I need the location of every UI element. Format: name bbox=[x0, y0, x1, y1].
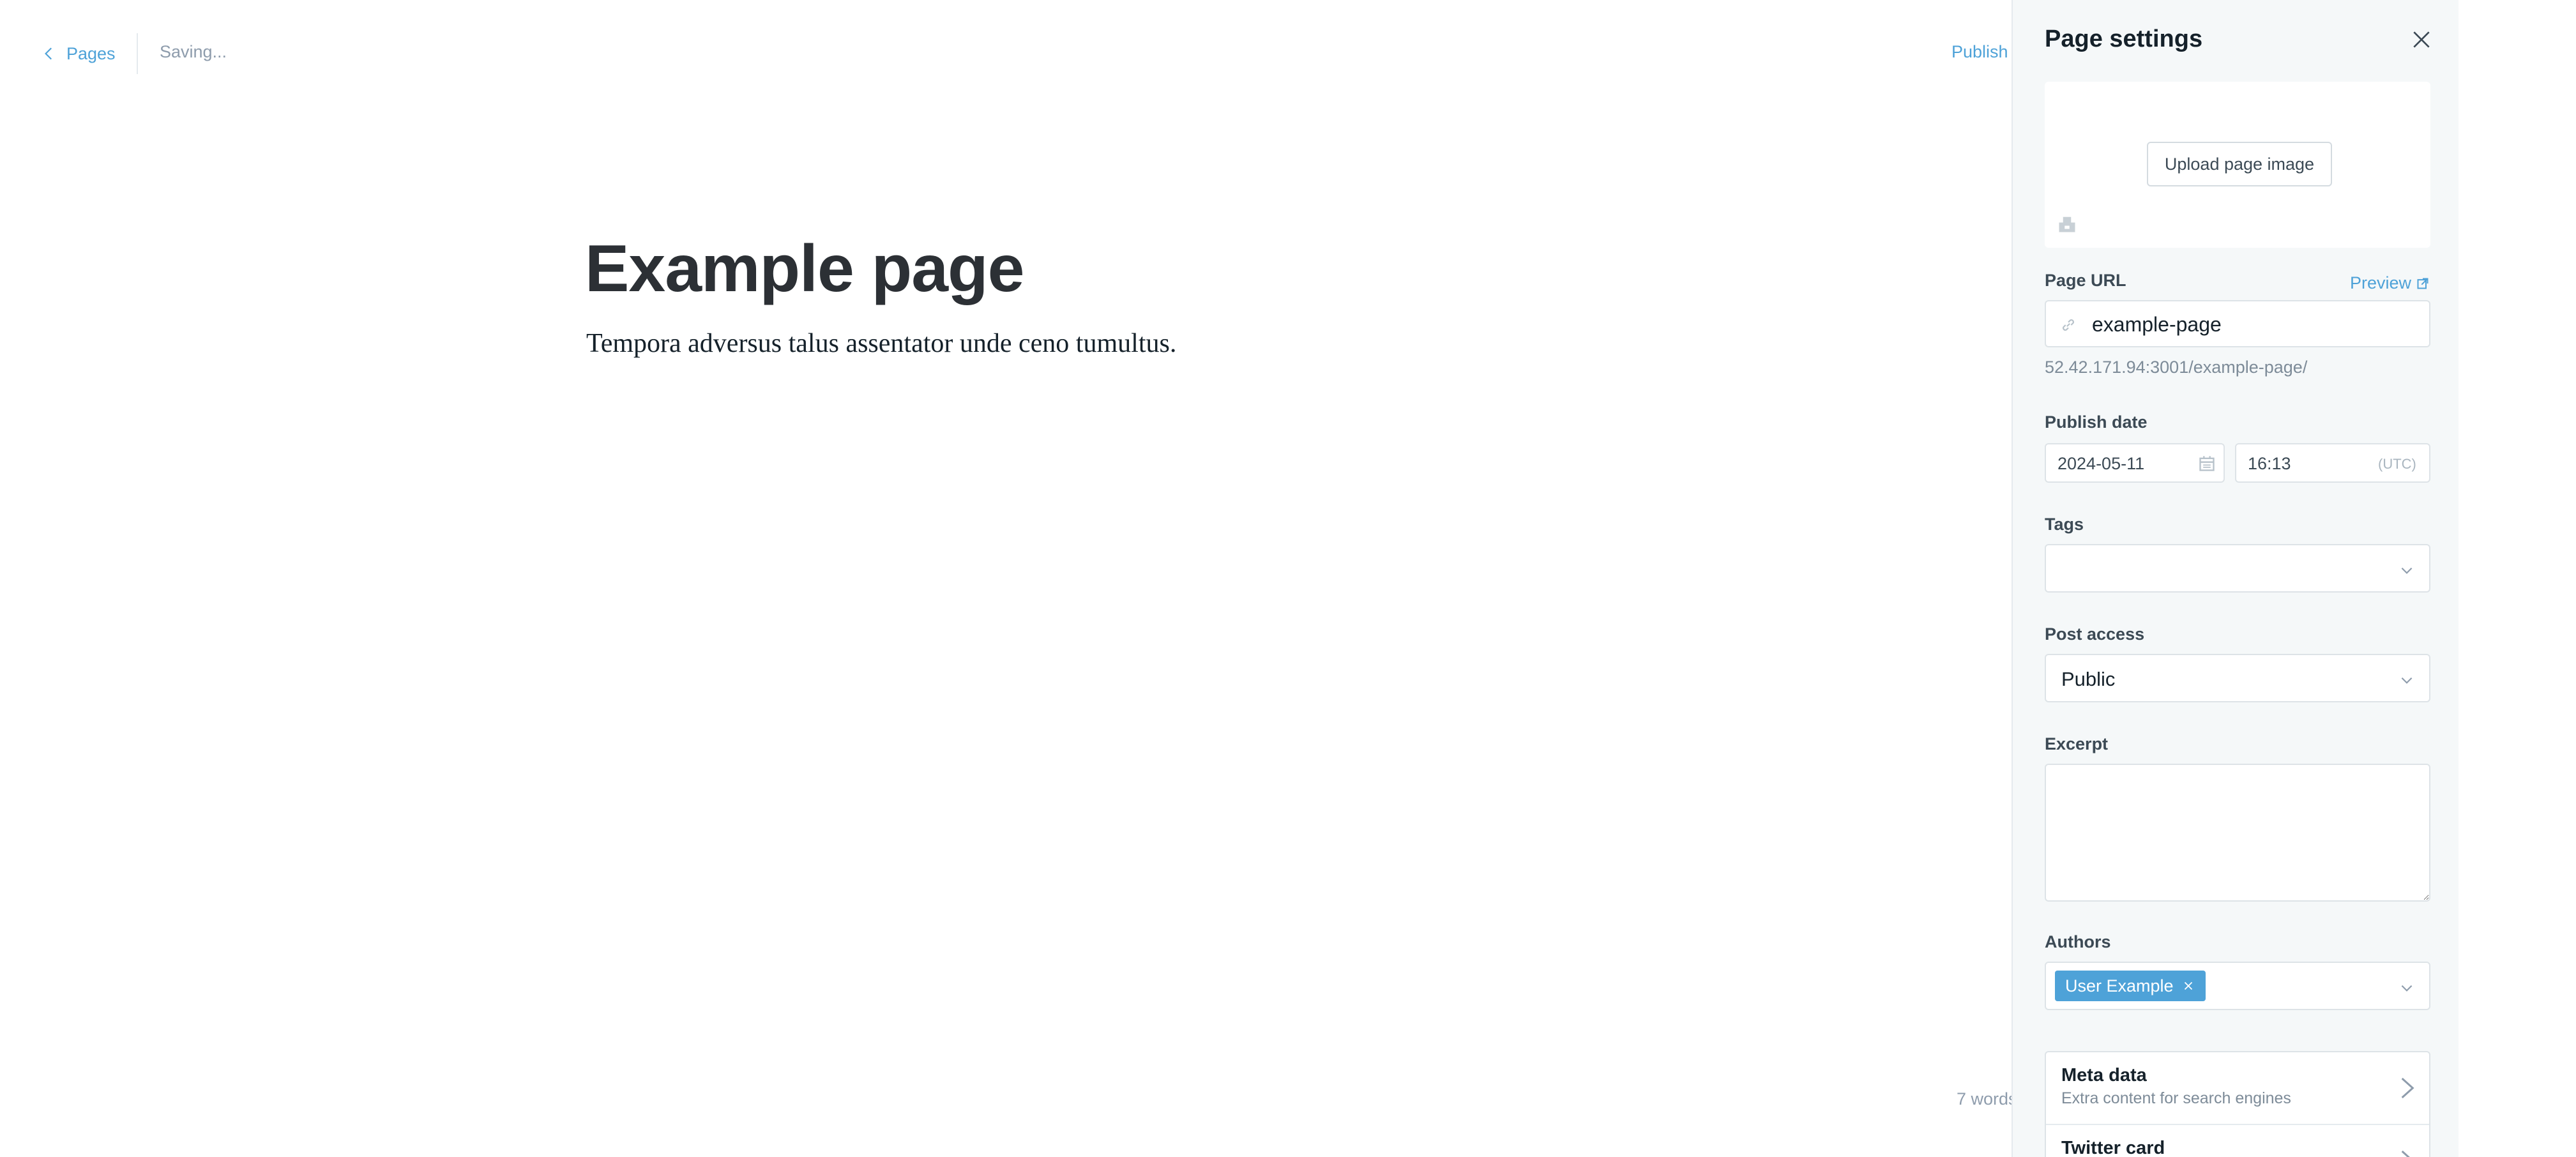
twitter-card-title: Twitter card bbox=[2061, 1138, 2165, 1157]
external-link-icon bbox=[2417, 278, 2428, 289]
post-access-value: Public bbox=[2061, 668, 2116, 690]
chevron-right-icon bbox=[2401, 1150, 2410, 1157]
excerpt-textarea[interactable] bbox=[2046, 765, 2429, 900]
authors-label: Authors bbox=[2045, 932, 2111, 951]
publish-date-input[interactable] bbox=[2056, 451, 2184, 476]
page-body-editor[interactable]: Tempora adversus talus assentator unde c… bbox=[586, 328, 1176, 359]
panel-title: Page settings bbox=[2045, 26, 2203, 52]
page-url-field bbox=[2045, 300, 2430, 347]
page-url-input[interactable] bbox=[2091, 309, 2416, 340]
timezone-label: (UTC) bbox=[2378, 456, 2416, 472]
meta-data-subtitle: Extra content for search engines bbox=[2061, 1089, 2291, 1107]
chevron-right-icon bbox=[2401, 1077, 2414, 1099]
back-link-label: Pages bbox=[66, 43, 116, 63]
post-access-label: Post access bbox=[2045, 624, 2145, 644]
meta-data-nav-item[interactable]: Meta data Extra content for search engin… bbox=[2046, 1052, 2429, 1124]
publish-date-label: Publish date bbox=[2045, 412, 2148, 432]
remove-author-icon[interactable] bbox=[2181, 979, 2195, 993]
calendar-icon[interactable] bbox=[2198, 455, 2216, 473]
excerpt-label: Excerpt bbox=[2045, 734, 2109, 753]
page-settings-panel: Page settings Upload page image Page URL… bbox=[2012, 0, 2459, 1157]
chevron-down-icon bbox=[2401, 567, 2413, 574]
preview-link[interactable]: Preview bbox=[2350, 273, 2429, 293]
back-to-pages-link[interactable]: Pages bbox=[41, 40, 116, 68]
tags-label: Tags bbox=[2045, 515, 2084, 534]
window-background bbox=[2459, 0, 2576, 1157]
word-count: 7 words bbox=[1957, 1089, 2014, 1108]
chevron-left-icon bbox=[45, 47, 52, 60]
chevron-down-icon bbox=[2401, 677, 2413, 684]
editor-topbar: Pages Saving... Publish bbox=[0, 0, 2012, 109]
publish-time-input[interactable] bbox=[2246, 451, 2374, 476]
meta-data-title: Meta data bbox=[2061, 1065, 2147, 1085]
link-icon bbox=[2063, 319, 2074, 331]
excerpt-field bbox=[2045, 764, 2430, 902]
author-chip[interactable]: User Example bbox=[2055, 971, 2206, 1001]
close-settings-button[interactable] bbox=[2409, 27, 2434, 52]
tags-select[interactable] bbox=[2045, 544, 2430, 593]
editor-area: Pages Saving... Publish Example page Tem… bbox=[0, 0, 2014, 1157]
page-url-hint: 52.42.171.94:3001/example-page/ bbox=[2045, 358, 2308, 377]
publish-button[interactable]: Publish bbox=[1951, 42, 2008, 62]
post-access-select[interactable]: Public bbox=[2045, 654, 2430, 702]
preview-link-label: Preview bbox=[2350, 273, 2412, 292]
topbar-divider bbox=[137, 33, 138, 74]
page-url-label: Page URL bbox=[2045, 271, 2126, 290]
upload-page-image-button[interactable]: Upload page image bbox=[2147, 142, 2332, 186]
close-icon bbox=[2413, 31, 2430, 48]
publish-date-field bbox=[2045, 443, 2225, 483]
publish-time-field: (UTC) bbox=[2235, 443, 2430, 483]
twitter-card-nav-item[interactable]: Twitter card bbox=[2046, 1125, 2429, 1157]
save-status: Saving... bbox=[160, 42, 227, 61]
chevron-down-icon bbox=[2401, 985, 2413, 992]
settings-nav-card: Meta data Extra content for search engin… bbox=[2045, 1051, 2430, 1157]
page-image-dropzone[interactable]: Upload page image bbox=[2045, 82, 2430, 248]
authors-select[interactable]: User Example bbox=[2045, 962, 2430, 1010]
image-placeholder-icon bbox=[2059, 216, 2075, 232]
author-chip-label: User Example bbox=[2065, 976, 2174, 995]
page-title-editor[interactable]: Example page bbox=[585, 231, 1024, 307]
